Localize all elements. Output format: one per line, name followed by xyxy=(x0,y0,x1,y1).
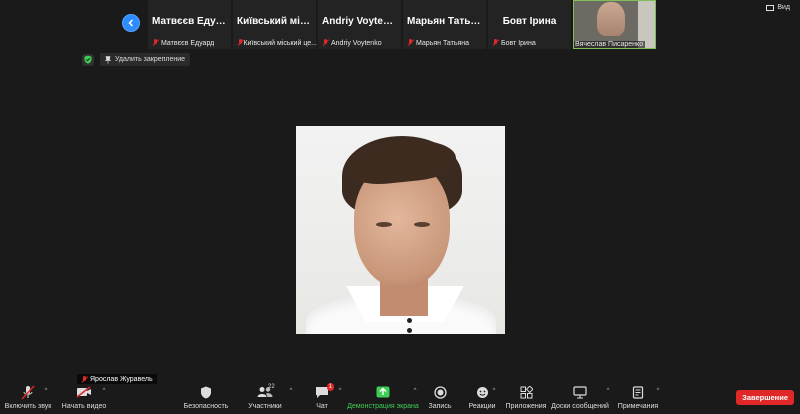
participants-count: 22 xyxy=(268,384,275,390)
participant-name: Матвєєв Едуард xyxy=(152,16,231,27)
shield-icon xyxy=(201,386,211,398)
security-button[interactable]: Безопасность xyxy=(183,384,229,414)
share-screen-label: Демонстрация экрана xyxy=(347,403,419,410)
apps-button[interactable]: Приложения xyxy=(506,384,546,414)
view-label: Вид xyxy=(777,4,790,11)
notes-icon xyxy=(632,385,644,399)
meeting-toolbar: Включить звук ^ Начать видео ^ Безопасно… xyxy=(0,383,800,414)
security-label: Безопасность xyxy=(183,403,229,410)
mic-muted-icon xyxy=(492,39,499,47)
participant-label: Бовт Ірина xyxy=(501,39,536,47)
chevron-up-icon[interactable]: ^ xyxy=(414,388,417,394)
notes-label: Примечания xyxy=(617,403,659,410)
pin-controls: Удалить закрепление xyxy=(82,53,191,66)
chat-unread-badge: 1 xyxy=(326,383,334,391)
pin-icon xyxy=(105,55,111,64)
mic-muted-icon xyxy=(407,39,414,47)
notes-button[interactable]: Примечания xyxy=(618,384,658,414)
participants-button[interactable]: 22 Участники xyxy=(248,384,282,414)
unpin-label: Удалить закрепление xyxy=(115,56,186,63)
mic-muted-icon xyxy=(322,39,329,47)
end-meeting-button[interactable]: Завершение xyxy=(736,390,794,405)
apps-label: Приложения xyxy=(505,403,547,410)
chevron-up-icon[interactable]: ^ xyxy=(290,388,293,394)
view-button[interactable]: Вид xyxy=(766,4,790,11)
mic-muted-icon xyxy=(237,39,243,47)
participant-label: Київський міський це... xyxy=(243,39,317,47)
record-button[interactable]: Запись xyxy=(428,384,452,414)
participant-strip: Матвєєв Едуард Матвєєв Едуард Київський … xyxy=(116,0,656,49)
mic-muted-icon xyxy=(81,375,88,384)
apps-icon xyxy=(520,385,533,398)
chevron-up-icon[interactable]: ^ xyxy=(657,388,660,394)
whiteboard-icon xyxy=(573,385,587,398)
share-screen-icon xyxy=(376,386,390,398)
whiteboards-button[interactable]: Доски сообщений xyxy=(551,384,609,414)
participant-name: Марьян Татьяна xyxy=(407,16,486,27)
participant-tile[interactable]: Марьян Татьяна Марьян Татьяна xyxy=(403,0,486,49)
chevron-up-icon[interactable]: ^ xyxy=(339,388,342,394)
chevron-up-icon[interactable]: ^ xyxy=(493,388,496,394)
share-screen-button[interactable]: Демонстрация экрана xyxy=(347,384,419,414)
mic-muted-icon xyxy=(152,39,159,47)
participant-name: Andriy Voytenko xyxy=(322,16,401,27)
participant-tile[interactable]: Матвєєв Едуард Матвєєв Едуард xyxy=(148,0,231,49)
record-icon xyxy=(433,385,447,399)
chevron-up-icon[interactable]: ^ xyxy=(45,388,48,394)
participant-label: Марьян Татьяна xyxy=(416,39,470,47)
grid-view-icon xyxy=(766,4,775,11)
video-off-icon xyxy=(76,386,91,398)
unpin-button[interactable]: Удалить закрепление xyxy=(100,53,191,66)
whiteboards-label: Доски сообщений xyxy=(551,403,609,410)
chevron-up-icon[interactable]: ^ xyxy=(607,388,610,394)
chevron-up-icon[interactable]: ^ xyxy=(103,388,106,394)
record-label: Запись xyxy=(428,403,452,410)
chat-label: Чат xyxy=(316,403,328,410)
encryption-shield-icon xyxy=(82,53,94,66)
participant-label: Матвєєв Едуард xyxy=(161,39,215,47)
active-speaker-video xyxy=(296,126,505,334)
mic-muted-icon xyxy=(21,384,35,400)
reactions-icon xyxy=(476,386,488,398)
participant-tile[interactable]: Київський місь... Київський міський це..… xyxy=(233,0,317,49)
chat-button[interactable]: 1 Чат xyxy=(310,383,334,414)
participant-name: Бовт Ірина xyxy=(502,16,557,27)
participant-tile[interactable]: Бовт Ірина Бовт Ірина xyxy=(488,0,571,49)
participant-name: Київський місь... xyxy=(237,16,316,27)
participant-video-tile[interactable]: Вячеслав Писаренко xyxy=(573,0,656,49)
participants-label: Участники xyxy=(248,403,282,410)
speaker-name: Ярослав Журавель xyxy=(90,376,153,383)
participant-tile[interactable]: Andriy Voytenko Andriy Voytenko xyxy=(318,0,401,49)
participant-label: Andriy Voytenko xyxy=(331,39,382,47)
